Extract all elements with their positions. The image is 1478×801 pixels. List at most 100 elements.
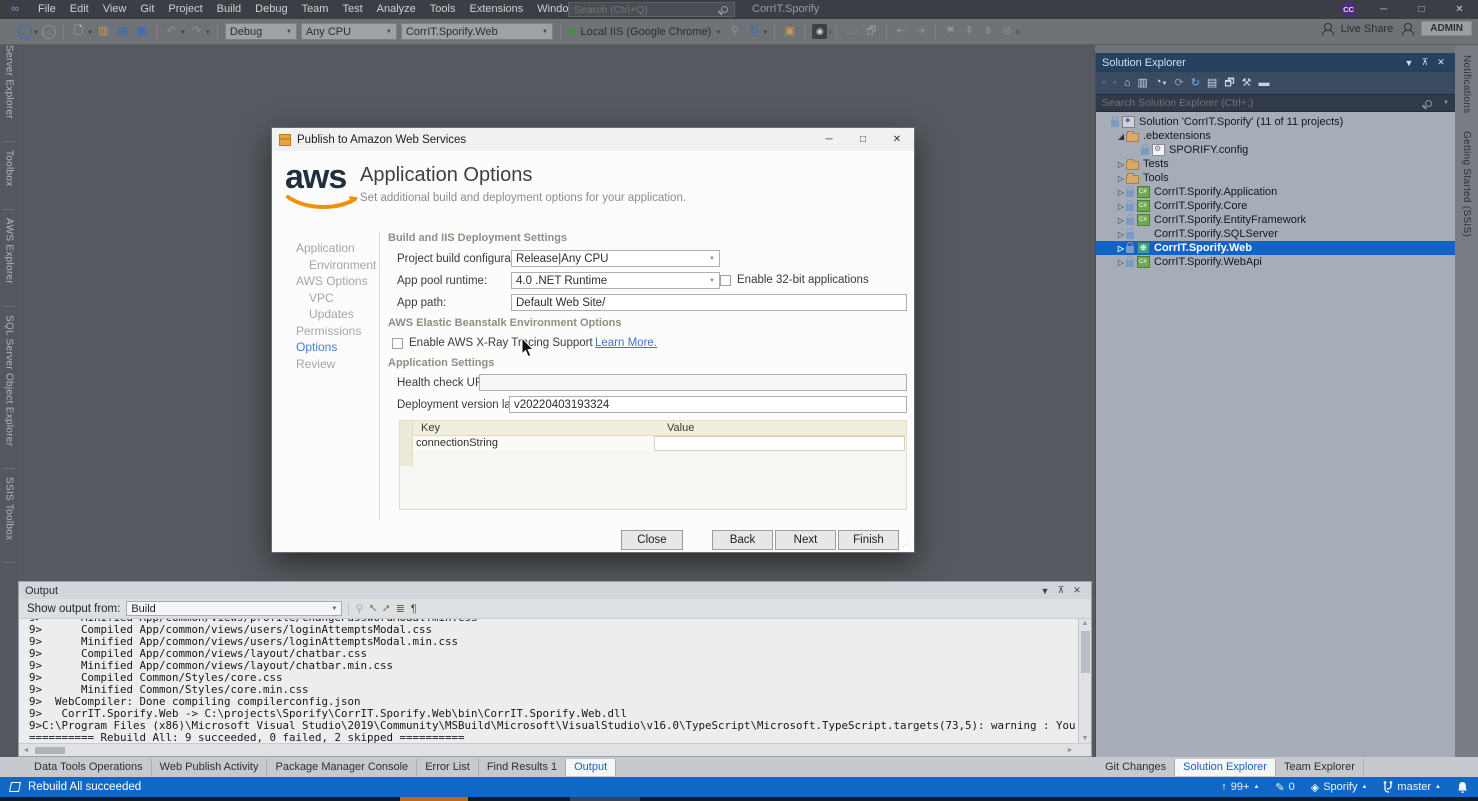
menu-item-edit[interactable]: Edit	[63, 0, 96, 19]
chevron-down-icon[interactable]: ▼	[1037, 586, 1053, 596]
dock-tab-package-manager-console[interactable]: Package Manager Console	[267, 759, 417, 776]
tree-item-corrit-sporify-core[interactable]: ▷CorrIT.Sporify.Core	[1096, 199, 1455, 213]
chevron-right-icon[interactable]: ▷	[1116, 230, 1126, 239]
dialog-close-button[interactable]: ✕	[880, 128, 914, 151]
dock-tab-sql-server-object-explorer[interactable]: SQL Server Object Explorer	[4, 315, 15, 446]
dock-tab-git-changes[interactable]: Git Changes	[1097, 759, 1175, 776]
scrollbar-thumb[interactable]	[1081, 631, 1090, 673]
dock-tab-data-tools-operations[interactable]: Data Tools Operations	[26, 759, 152, 776]
resize-grip[interactable]: ⋰	[902, 540, 912, 550]
learn-more-link[interactable]: Learn More.	[595, 337, 657, 349]
feedback-icon[interactable]	[1401, 23, 1413, 35]
chevron-down-icon[interactable]: ◢	[1116, 132, 1126, 141]
dock-tab-team-explorer[interactable]: Team Explorer	[1276, 759, 1364, 776]
menu-item-git[interactable]: Git	[133, 0, 161, 19]
home-icon[interactable]: ⌂	[1124, 76, 1131, 90]
vertical-scrollbar[interactable]: ▲ ▼	[1078, 619, 1091, 743]
next-bookmark-icon[interactable]: ⇟	[981, 24, 996, 39]
maximize-button[interactable]: □	[1403, 0, 1440, 19]
menu-item-debug[interactable]: Debug	[248, 0, 294, 19]
output-header[interactable]: Output ▼ ⊼ ✕	[19, 582, 1091, 599]
scroll-up-icon[interactable]: ▲	[1079, 620, 1091, 627]
dialog-maximize-button[interactable]: □	[846, 128, 880, 151]
back-icon[interactable]: ◦	[1102, 76, 1106, 90]
tree-item-corrit-sporify-web[interactable]: ▷CorrIT.Sporify.Web	[1096, 241, 1455, 255]
scroll-left-icon[interactable]: ◄	[19, 744, 33, 757]
chevron-right-icon[interactable]: ▷	[1116, 202, 1126, 211]
close-button[interactable]: ✕	[1441, 0, 1478, 19]
startup-project-dropdown[interactable]: CorrIT.Sporify.Web▼	[401, 23, 553, 40]
dialog-title-bar[interactable]: Publish to Amazon Web Services ─ □ ✕	[272, 128, 914, 151]
menu-item-test[interactable]: Test	[335, 0, 369, 19]
horizontal-scrollbar[interactable]: ◄ ►	[19, 743, 1091, 756]
menu-item-file[interactable]: File	[31, 0, 63, 19]
dock-tab-web-publish-activity[interactable]: Web Publish Activity	[152, 759, 268, 776]
unsaved-edits-indicator[interactable]: ✎ 0	[1275, 781, 1294, 794]
menu-item-extensions[interactable]: Extensions	[462, 0, 530, 19]
output-source-dropdown[interactable]: Build▼	[126, 601, 342, 616]
scroll-down-icon[interactable]: ▼	[1079, 735, 1091, 742]
setting-key-cell[interactable]: connectionString	[416, 437, 498, 449]
dock-tab-output[interactable]: Output	[566, 759, 616, 776]
dock-tab-error-list[interactable]: Error List	[417, 759, 479, 776]
quick-search-box[interactable]	[568, 2, 735, 17]
chevron-right-icon[interactable]: ▷	[1116, 244, 1126, 253]
solution-explorer-search-box[interactable]: ▼	[1096, 94, 1455, 112]
app-path-input[interactable]: Default Web Site/	[511, 294, 907, 311]
solution-configuration-dropdown[interactable]: Debug▼	[225, 23, 297, 40]
build-config-dropdown[interactable]: Release|Any CPU▼	[511, 250, 720, 267]
tree-item-corrit-sporify-application[interactable]: ▷CorrIT.Sporify.Application	[1096, 185, 1455, 199]
chevron-down-icon[interactable]: ▼	[33, 28, 39, 36]
forward-icon[interactable]: ◦	[1113, 76, 1117, 90]
solution-explorer-header[interactable]: Solution Explorer ▼ ⊼ ✕	[1096, 53, 1455, 72]
dialog-nav-application[interactable]: Application	[296, 240, 376, 257]
chevron-down-icon[interactable]: ▼	[1401, 58, 1417, 68]
find-in-files-icon[interactable]: ▣	[782, 24, 797, 39]
switch-views-icon[interactable]: ▥	[1137, 76, 1147, 90]
goto-previous-message-icon[interactable]: ⭦	[369, 602, 376, 616]
scrollbar-thumb[interactable]	[35, 747, 65, 754]
open-file-icon[interactable]: ▥	[96, 24, 111, 39]
chevron-right-icon[interactable]: ▷	[1116, 258, 1126, 267]
sync-with-active-document-icon[interactable]: ⟳	[1174, 76, 1183, 90]
dialog-nav-review[interactable]: Review	[296, 356, 376, 373]
chevron-down-icon[interactable]: ▼	[762, 28, 768, 36]
show-all-files-icon[interactable]: 🗗	[1224, 76, 1234, 90]
collapse-all-icon[interactable]: ▤	[1207, 76, 1217, 90]
clear-bookmarks-icon[interactable]: ⊘	[1000, 24, 1015, 39]
toolbar-overflow-icon[interactable]: ≡	[828, 28, 832, 36]
close-button[interactable]: Close	[621, 530, 683, 550]
chevron-right-icon[interactable]: ▷	[1116, 174, 1126, 183]
compile-icon[interactable]: 🗀	[845, 24, 860, 39]
finish-button[interactable]: Finish	[838, 530, 899, 550]
dock-tab-aws-explorer[interactable]: AWS Explorer	[4, 218, 15, 284]
refresh-icon[interactable]: ↻	[746, 24, 761, 39]
setting-value-cell[interactable]	[654, 436, 905, 451]
tree-item-sporify-config[interactable]: SPORIFY.config	[1096, 143, 1455, 157]
account-avatar[interactable]: CC	[1341, 2, 1356, 17]
chevron-right-icon[interactable]: ▷	[1116, 188, 1126, 197]
dock-tab-find-results-1[interactable]: Find Results 1	[479, 759, 566, 776]
xray-checkbox[interactable]	[392, 338, 403, 349]
toggle-bookmark-icon[interactable]: ⚑	[943, 24, 958, 39]
navigate-forward-icon[interactable]: →	[42, 25, 56, 39]
chevron-down-icon[interactable]: ▼	[180, 28, 186, 36]
tree-item-ebextensions[interactable]: ◢.ebextensions	[1096, 129, 1455, 143]
scroll-right-icon[interactable]: ►	[1063, 744, 1077, 757]
tree-item-tools[interactable]: ▷Tools	[1096, 171, 1455, 185]
new-project-icon[interactable]: 🗋	[71, 24, 86, 39]
copy-web-site-icon[interactable]: 🗗	[864, 24, 879, 39]
live-share-label[interactable]: Live Share	[1341, 23, 1394, 35]
dock-tab-ssis-toolbox[interactable]: SSIS Toolbox	[4, 477, 15, 540]
pending-changes-filter-icon[interactable]: ◔▼	[1155, 75, 1168, 91]
app-pool-runtime-dropdown[interactable]: 4.0 .NET Runtime▼	[511, 272, 720, 289]
goto-next-message-icon[interactable]: ⭧	[383, 602, 390, 616]
menu-item-analyze[interactable]: Analyze	[370, 0, 423, 19]
chevron-right-icon[interactable]: ▷	[1116, 160, 1126, 169]
solution-explorer-search-input[interactable]	[1102, 97, 1425, 109]
menu-item-project[interactable]: Project	[161, 0, 209, 19]
pin-icon[interactable]: ⊼	[1053, 585, 1069, 596]
browser-link-icon[interactable]: ◉	[812, 24, 827, 39]
unpin-icon[interactable]: ▬	[1259, 76, 1270, 90]
notifications-bell-icon[interactable]	[1457, 781, 1468, 793]
